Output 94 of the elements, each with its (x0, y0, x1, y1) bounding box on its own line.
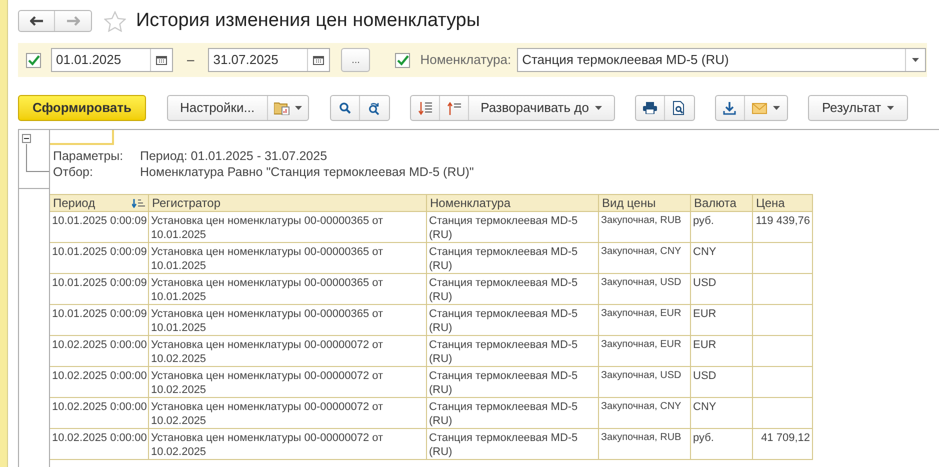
table-cell (752, 304, 812, 336)
download-icon (723, 102, 736, 114)
table-cell: 10.02.2025 0:00:00 (50, 428, 148, 460)
result-button[interactable]: Результат (808, 95, 908, 121)
table-cell: 10.02.2025 0:00:00 (50, 366, 148, 398)
table-cell: Станция термоклеевая MD-5 (RU) (426, 242, 598, 274)
date-field[interactable]: 01.01.2025 (51, 48, 173, 72)
window-title: История изменения цен номенклатуры (136, 8, 480, 33)
parameter-value: Период: 01.01.2025 - 31.07.2025 (140, 148, 328, 164)
checkmark-icon (28, 54, 40, 66)
table-cell: 10.02.2025 0:00:00 (50, 336, 148, 366)
table-cell: Станция термоклеевая MD-5 (RU) (426, 398, 598, 428)
table-cell: Установка цен номенклатуры 00-00000072 от 10.02.2025 (148, 366, 426, 398)
calendar-icon[interactable] (156, 55, 167, 65)
page-magnifier-icon (673, 101, 686, 115)
column-header[interactable]: Цена (752, 194, 812, 212)
table-cell (752, 242, 812, 274)
back-arrow-icon (30, 16, 44, 26)
table-cell: 10.01.2025 0:00:09 (50, 242, 148, 274)
generate-button[interactable]: Сформировать (18, 95, 146, 121)
collapse-toggle[interactable] (22, 134, 31, 143)
column-header[interactable]: Номенклатура (426, 194, 598, 212)
table-cell (752, 274, 812, 304)
table-cell: Станция термоклеевая MD-5 (RU) (426, 212, 598, 242)
table-cell: Станция термоклеевая MD-5 (RU) (426, 366, 598, 398)
calendar-icon[interactable] (313, 55, 324, 65)
table-cell: Станция термоклеевая MD-5 (RU) (426, 304, 598, 336)
table-cell: Закупочная, USD (598, 366, 690, 398)
table-cell: Станция термоклеевая MD-5 (RU) (426, 336, 598, 366)
table-cell: Установка цен номенклатуры 00-00000365 от 10.01.2025 (148, 242, 426, 274)
tree-line (26, 144, 49, 172)
search-icon (338, 102, 351, 114)
table-cell: Закупочная, CNY (598, 242, 690, 274)
table-cell: USD (690, 366, 752, 398)
table-cell: 10.01.2025 0:00:09 (50, 212, 148, 242)
table-cell: руб. (690, 212, 752, 242)
checkbox[interactable] (26, 52, 41, 68)
table-cell: 119 439,76 (752, 212, 812, 242)
table-cell: Установка цен номенклатуры 00-00000072 от 10.02.2025 (148, 428, 426, 460)
dropdown-caret-icon (772, 106, 780, 110)
table-cell: 10.02.2025 0:00:00 (50, 398, 148, 428)
table-cell: Установка цен номенклатуры 00-00000365 от 10.01.2025 (148, 212, 426, 242)
table-cell: 41 709,12 (752, 428, 812, 460)
checkmark-icon (396, 54, 409, 66)
table-cell: Установка цен номенклатуры 00-00000072 от 10.02.2025 (148, 398, 426, 428)
selected-cell (49, 130, 114, 145)
forward-arrow-icon (66, 16, 80, 26)
sort-down-icon (418, 102, 432, 114)
table-cell: Закупочная, RUB (598, 428, 690, 460)
parameter-label: Параметры: (53, 148, 124, 164)
table-cell: Станция термоклеевая MD-5 (RU) (426, 274, 598, 304)
table-cell: CNY (690, 398, 752, 428)
table-cell: Закупочная, CNY (598, 398, 690, 428)
column-header[interactable]: Регистратор (148, 194, 426, 212)
star-icon[interactable] (104, 10, 126, 32)
table-cell (752, 398, 812, 428)
item-select-field[interactable]: Станция термоклеевая MD-5 (RU) (517, 48, 926, 72)
table-cell (752, 366, 812, 398)
date-field[interactable]: 31.07.2025 (208, 48, 330, 72)
column-header[interactable]: Валюта (690, 194, 752, 212)
range-dash: – (187, 51, 194, 70)
folder-chart-icon (274, 101, 290, 115)
table-cell: руб. (690, 428, 752, 460)
sort-up-icon (446, 102, 461, 114)
sort-icon (132, 198, 145, 208)
checkbox[interactable] (395, 52, 410, 68)
table-cell: EUR (690, 304, 752, 336)
table-cell: Закупочная, RUB (598, 212, 690, 242)
field-label: Номенклатура: (420, 51, 512, 70)
parameter-value: Номенклатура Равно "Станция термоклеевая MD-5 (RU)" (140, 164, 474, 180)
dropdown-caret-icon (294, 106, 302, 110)
table-cell: Закупочная, EUR (598, 336, 690, 366)
column-header[interactable]: Вид цены (598, 194, 690, 212)
envelope-icon (752, 102, 767, 114)
table-cell: Станция термоклеевая MD-5 (RU) (426, 428, 598, 460)
dropdown-caret-icon (887, 106, 894, 110)
table-cell: Установка цен номенклатуры 00-00000072 от 10.02.2025 (148, 336, 426, 366)
table-cell: USD (690, 274, 752, 304)
search-repeat-icon (368, 102, 381, 114)
table-cell: 10.01.2025 0:00:09 (50, 304, 148, 336)
table-cell (752, 336, 812, 366)
period-select-button[interactable]: ... (341, 48, 370, 72)
dropdown-caret-icon (594, 106, 602, 110)
table-cell: Закупочная, EUR (598, 304, 690, 336)
table-cell: Закупочная, USD (598, 274, 690, 304)
dropdown-caret-icon[interactable] (912, 58, 920, 62)
table-cell: Установка цен номенклатуры 00-00000365 от 10.01.2025 (148, 274, 426, 304)
parameter-label: Отбор: (53, 164, 94, 180)
printer-icon (642, 102, 657, 114)
table-cell: EUR (690, 336, 752, 366)
table-cell: 10.01.2025 0:00:09 (50, 274, 148, 304)
column-header[interactable]: Период (50, 194, 148, 212)
table-cell: Установка цен номенклатуры 00-00000365 от 10.01.2025 (148, 304, 426, 336)
table-cell: CNY (690, 242, 752, 274)
